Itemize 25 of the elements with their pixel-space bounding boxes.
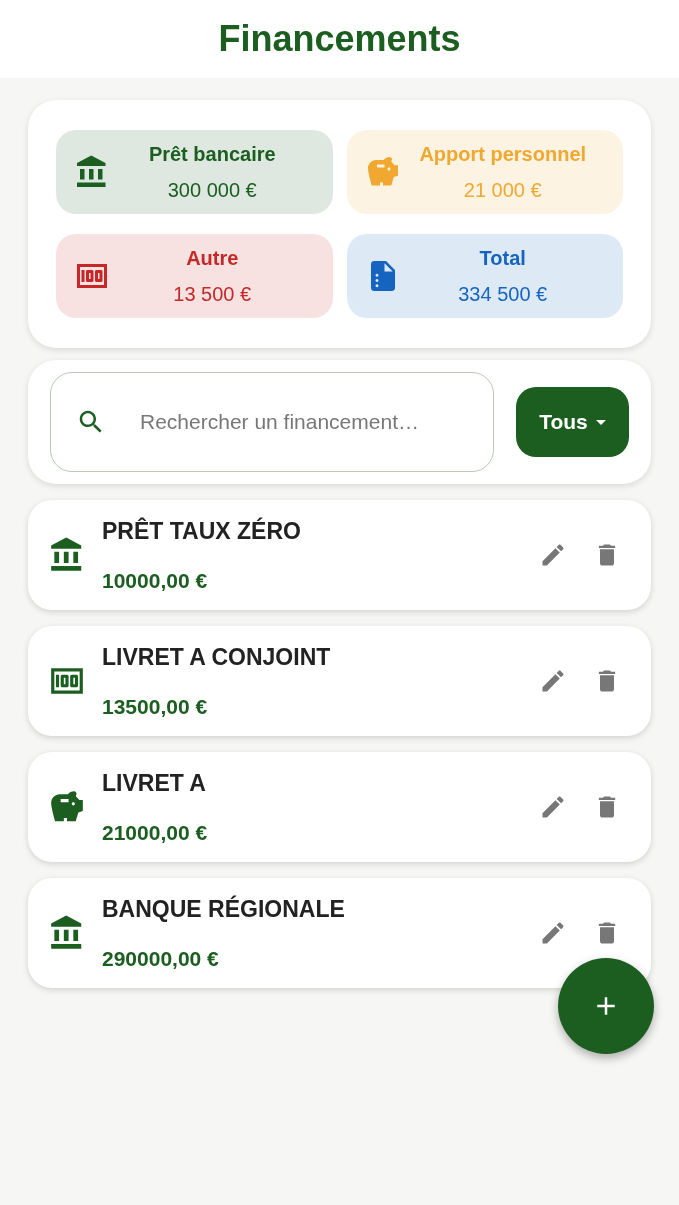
summary-label: Autre (186, 246, 239, 271)
page-title: Financements (218, 17, 461, 61)
summary-amount: 13 500 € (173, 282, 252, 307)
summary-amount: 21 000 € (463, 178, 542, 203)
financing-amount: 290000,00 € (102, 945, 220, 972)
filter-dropdown[interactable]: Tous (516, 387, 629, 457)
summary-label: Total (479, 246, 526, 271)
financing-amount: 10000,00 € (102, 567, 209, 594)
add-button[interactable] (558, 958, 654, 1054)
caret-icon (595, 419, 606, 425)
summary-amount: 334 500 € (458, 282, 548, 307)
search-field[interactable]: Rechercher un financement… (50, 372, 494, 472)
financing-name: PRÊT TAUX ZÉRO (102, 516, 302, 546)
financing-card[interactable]: BANQUE RÉGIONALE 290000,00 € (28, 878, 651, 988)
summary-amount: 300 000 € (167, 178, 257, 203)
summary-label: Apport personnel (419, 142, 587, 167)
financing-amount: 13500,00 € (102, 693, 209, 720)
financing-amount: 21000,00 € (102, 819, 209, 846)
financing-card[interactable]: LIVRET A CONJOINT 13500,00 € (28, 626, 651, 736)
financing-name: LIVRET A CONJOINT (102, 643, 332, 672)
financing-card[interactable]: PRÊT TAUX ZÉRO 10000,00 € (28, 500, 651, 610)
financing-name: BANQUE RÉGIONALE (102, 894, 346, 924)
summary-label: Prêt bancaire (148, 142, 276, 167)
financing-name: LIVRET A (102, 769, 207, 798)
financing-card[interactable]: LIVRET A 21000,00 € (28, 752, 651, 862)
